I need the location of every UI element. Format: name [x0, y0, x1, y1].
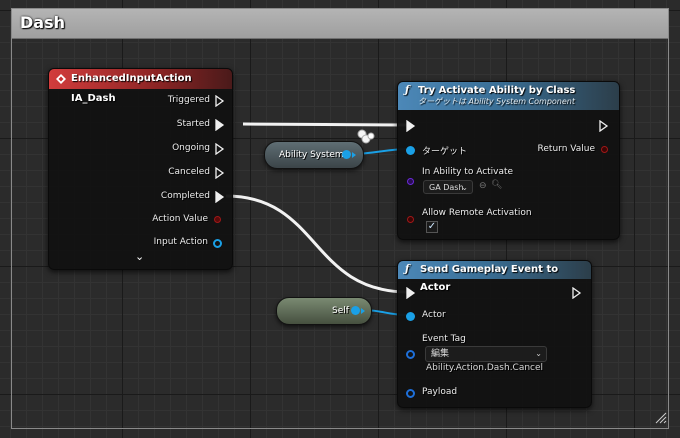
exec-in-pin-activate[interactable] [406, 120, 416, 132]
target-input-pin[interactable] [406, 146, 415, 155]
try-activate-ability-header[interactable]: ƒ Try Activate Ability by Class ターゲットは A… [398, 82, 619, 110]
exec-pin-completed[interactable] [215, 191, 225, 203]
browse-arrow-icon[interactable]: ⊖ [479, 181, 487, 191]
self-variable-label: Self [332, 306, 349, 316]
try-activate-ability-node[interactable]: ƒ Try Activate Ability by Class ターゲットは A… [397, 81, 620, 240]
target-pin-label: ターゲット [422, 147, 468, 157]
ability-to-activate-label: In Ability to Activate [422, 167, 514, 177]
chevron-down-icon: ⌄ [461, 183, 468, 192]
function-icon: ƒ [405, 264, 410, 275]
exec-out-pin-send[interactable] [572, 287, 582, 299]
ability-class-combo[interactable]: GA Dash ⌄ [423, 180, 473, 194]
pin-label-started: Started [176, 119, 210, 129]
pin-label-ongoing: Ongoing [172, 143, 210, 153]
event-tag-combo-label: 編集 [431, 349, 450, 359]
pin-label-input-action: Input Action [153, 237, 208, 247]
exec-wire-completed-to-send[interactable] [225, 194, 409, 294]
exec-wire-started-to-activate[interactable] [242, 122, 409, 127]
search-icon[interactable]: 🔍︎ [491, 180, 502, 190]
event-tag-value: Ability.Action.Dash.Cancel [426, 363, 544, 373]
pin-label-canceled: Canceled [168, 167, 210, 177]
object-pin-input-action[interactable] [213, 239, 222, 248]
ability-system-variable-label: Ability System [279, 150, 344, 160]
allow-remote-activation-pin[interactable] [407, 216, 414, 223]
send-gameplay-event-title: Send Gameplay Event to Actor [420, 264, 559, 293]
self-variable-node[interactable]: Self [276, 297, 372, 325]
send-gameplay-event-node[interactable]: ƒ Send Gameplay Event to Actor Actor Eve… [397, 260, 592, 408]
actor-input-pin[interactable] [406, 312, 415, 321]
exec-in-pin-send[interactable] [406, 287, 416, 299]
actor-pin-label: Actor [422, 310, 446, 320]
allow-remote-activation-checkbox[interactable]: ✓ [426, 221, 438, 233]
wire-reroute-bubbles [357, 129, 375, 144]
event-tag-input-pin[interactable] [406, 350, 415, 359]
self-output-arrow [361, 308, 365, 314]
event-tag-combo[interactable]: 編集 ⌄ [425, 346, 547, 362]
event-node-header[interactable]: EnhancedInputAction IA_Dash [49, 69, 232, 104]
ability-system-variable-node[interactable]: Ability System [264, 141, 364, 169]
exec-pin-started[interactable] [215, 119, 225, 131]
payload-input-pin[interactable] [406, 389, 415, 398]
try-activate-ability-subtitle: ターゲットは Ability System Component [418, 97, 575, 106]
allow-remote-activation-label: Allow Remote Activation [422, 208, 532, 218]
pin-label-completed: Completed [160, 191, 210, 201]
chevron-down-icon[interactable]: ⌄ [135, 251, 144, 262]
pin-label-triggered: Triggered [167, 95, 210, 105]
exec-pin-triggered[interactable] [215, 95, 225, 107]
ability-system-output-arrow [352, 152, 356, 158]
return-value-label: Return Value [537, 144, 595, 154]
chevron-down-icon: ⌄ [535, 349, 542, 358]
value-pin-action-value[interactable] [214, 216, 221, 223]
resize-grip-icon[interactable] [655, 412, 667, 424]
ability-class-input-pin[interactable] [407, 178, 414, 185]
function-icon: ƒ [405, 85, 410, 96]
enhanced-input-action-node[interactable]: EnhancedInputAction IA_Dash Triggered St… [48, 68, 233, 270]
exec-pin-ongoing[interactable] [215, 143, 225, 155]
blueprint-graph-canvas[interactable]: Dash EnhancedInputAction IA_Dash Trigger… [0, 0, 680, 438]
exec-pin-canceled[interactable] [215, 167, 225, 179]
self-output-pin[interactable] [351, 306, 360, 315]
ability-class-value: GA Dash [429, 183, 464, 192]
pin-label-action-value: Action Value [152, 214, 208, 224]
event-tag-label: Event Tag [422, 334, 466, 344]
exec-out-pin-activate[interactable] [599, 120, 609, 132]
send-gameplay-event-header[interactable]: ƒ Send Gameplay Event to Actor [398, 261, 591, 293]
return-value-pin[interactable] [601, 146, 608, 153]
ability-system-output-pin[interactable] [342, 150, 351, 159]
payload-pin-label: Payload [422, 387, 458, 397]
event-diamond-icon [56, 74, 66, 84]
